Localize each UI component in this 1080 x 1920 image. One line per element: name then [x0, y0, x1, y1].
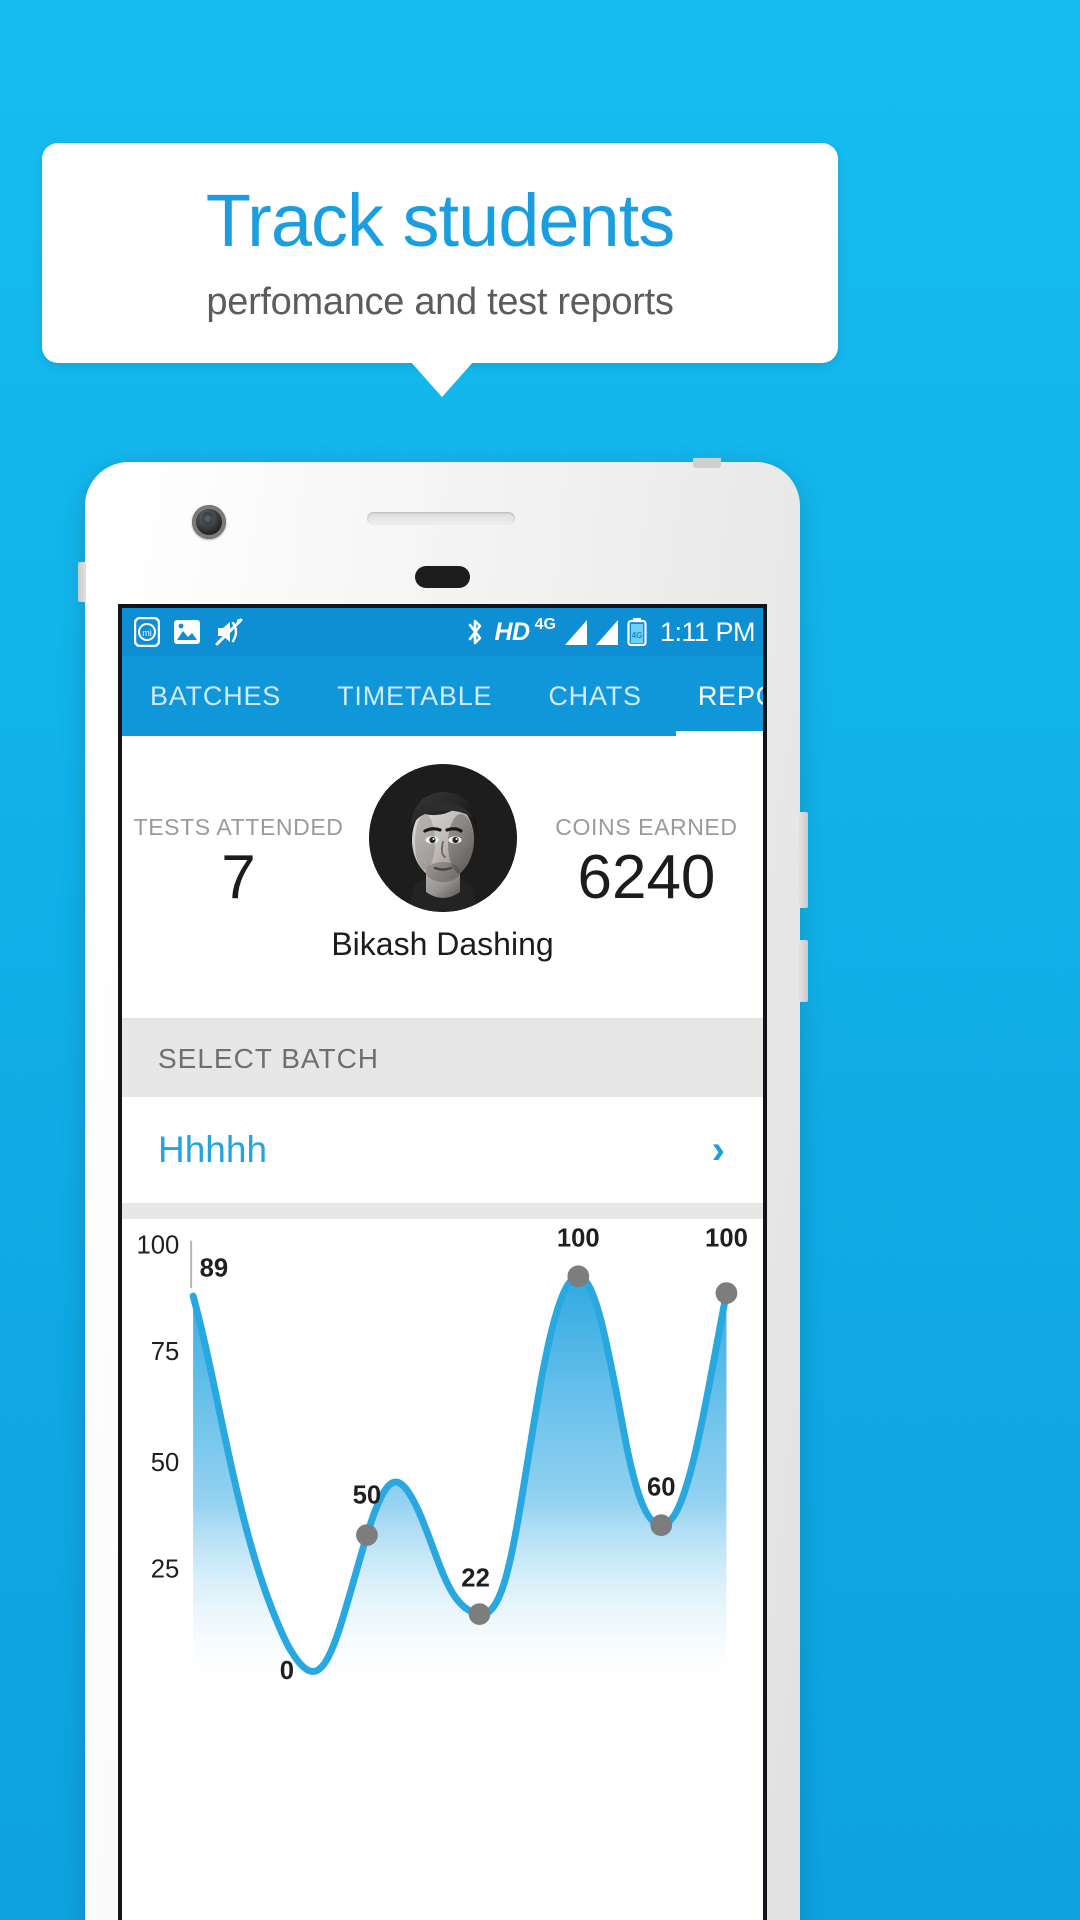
- avatar-portrait: [368, 764, 517, 912]
- power-button[interactable]: [799, 940, 808, 1002]
- section-divider: [122, 1203, 763, 1219]
- tab-timetable[interactable]: TIMETABLE: [309, 656, 520, 736]
- tab-reports[interactable]: REPORTS: [670, 656, 763, 736]
- signal-bar-icon: [595, 619, 618, 645]
- mute-icon: [215, 618, 243, 646]
- data-point-marker[interactable]: [567, 1265, 590, 1288]
- y-tick-75: 75: [151, 1338, 180, 1366]
- select-batch-header: SELECT BATCH: [122, 1021, 763, 1097]
- data-point-marker[interactable]: [715, 1282, 738, 1304]
- status-bar-clock: 1:11 PM: [659, 616, 756, 647]
- data-point-marker[interactable]: [356, 1524, 378, 1546]
- network-type-label: 4G: [534, 616, 556, 633]
- tests-attended-label: TESTS ATTENDED: [133, 814, 344, 840]
- avatar[interactable]: [368, 764, 517, 912]
- performance-chart: 100 75 50 25 89 0 50 22 100 60 100: [122, 1219, 763, 1920]
- coins-earned-label: COINS EARNED: [555, 814, 738, 840]
- earpiece-speaker: [367, 512, 515, 525]
- data-label-22: 22: [461, 1564, 490, 1592]
- data-label-89: 89: [200, 1254, 229, 1282]
- status-bar-left-icons: mi: [134, 617, 244, 647]
- promo-subtitle: perfomance and test reports: [206, 281, 674, 324]
- promo-callout-tail: [410, 361, 474, 397]
- mi-cloud-icon: mi: [134, 617, 160, 647]
- profile-summary-card: TESTS ATTENDED 7 COINS EARNED 6240 Bikas…: [122, 736, 763, 1018]
- tab-bar: BATCHES TIMETABLE CHATS REPORTS: [122, 656, 763, 736]
- y-tick-25: 25: [151, 1556, 180, 1584]
- phone-mockup: mi HD 4G 4G 1:11 PM BATCHES TIMETABLE CH…: [78, 458, 808, 1920]
- stat-tests-attended: TESTS ATTENDED 7: [122, 736, 355, 909]
- data-label-60: 60: [647, 1474, 676, 1502]
- data-label-100-last: 100: [705, 1225, 748, 1253]
- data-label-100: 100: [557, 1225, 600, 1253]
- gallery-icon: [174, 620, 200, 644]
- phone-screen: mi HD 4G 4G 1:11 PM BATCHES TIMETABLE CH…: [118, 604, 767, 1920]
- coins-earned-value: 6240: [577, 843, 716, 912]
- svg-text:mi: mi: [142, 628, 152, 638]
- hd-voice-label: HD: [494, 617, 530, 646]
- chevron-right-icon[interactable]: ›: [712, 1130, 725, 1170]
- status-bar-right-icons: HD 4G 4G 1:11 PM: [465, 616, 756, 648]
- bluetooth-icon: [469, 619, 482, 645]
- data-point-marker[interactable]: [650, 1514, 673, 1537]
- signal-bar-icon: [564, 619, 587, 645]
- phone-top-antenna-notch: [693, 458, 721, 468]
- status-bar: mi HD 4G 4G 1:11 PM: [122, 608, 763, 656]
- camera-lens-glint: [202, 512, 213, 525]
- promo-callout: Track students perfomance and test repor…: [42, 143, 838, 363]
- front-camera-icon: [192, 505, 226, 539]
- select-batch-label: SELECT BATCH: [158, 1043, 380, 1074]
- sim-tray: [78, 562, 86, 602]
- volume-button[interactable]: [799, 812, 808, 908]
- student-name: Bikash Dashing: [331, 926, 554, 962]
- y-tick-100: 100: [136, 1232, 179, 1260]
- performance-chart-svg: 100 75 50 25 89 0 50 22 100 60 100: [136, 1225, 748, 1684]
- tab-chats[interactable]: CHATS: [520, 656, 670, 736]
- batch-selector-row[interactable]: Hhhhh ›: [122, 1097, 763, 1203]
- student-profile: Bikash Dashing: [331, 764, 554, 963]
- battery-icon: 4G: [627, 618, 647, 646]
- data-label-0: 0: [280, 1657, 294, 1683]
- stat-coins-earned: COINS EARNED 6240: [530, 736, 763, 909]
- y-tick-50: 50: [151, 1449, 180, 1477]
- data-point-marker[interactable]: [468, 1603, 491, 1625]
- chart-y-axis-labels: 100 75 50 25: [136, 1232, 179, 1584]
- proximity-sensor: [415, 566, 470, 588]
- promo-title: Track students: [205, 178, 676, 262]
- svg-text:4G: 4G: [632, 631, 643, 640]
- tests-attended-value: 7: [221, 843, 256, 912]
- selected-batch-name: Hhhhh: [158, 1129, 268, 1170]
- data-label-50: 50: [353, 1481, 382, 1509]
- tab-batches[interactable]: BATCHES: [122, 656, 309, 736]
